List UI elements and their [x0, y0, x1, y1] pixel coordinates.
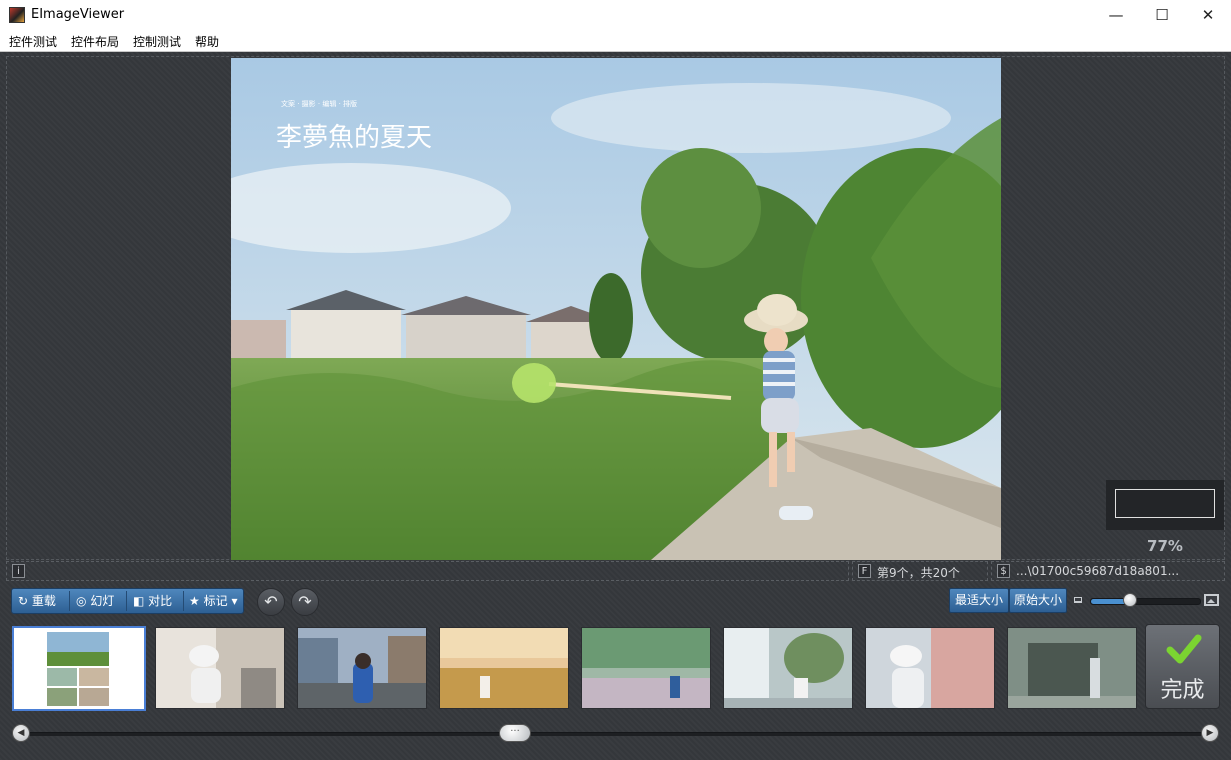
action-toolbar: ↻ 重载 ◎ 幻灯 ◧ 对比 ★ 标记 ▾	[11, 588, 244, 614]
status-info-cell: i	[6, 561, 849, 581]
menu-help[interactable]: 帮助	[195, 33, 219, 50]
status-bar: i F 第9个，共20个 $ ...\01700c59687d18a801...	[6, 561, 1225, 581]
reload-icon: ↻	[18, 594, 29, 608]
rotate-right-button[interactable]: ↷	[291, 588, 319, 616]
file-path-text: ...\01700c59687d18a801...	[1016, 564, 1180, 578]
image-position-text: 第9个，共20个	[877, 566, 960, 580]
thumbnail-item[interactable]	[155, 627, 285, 709]
window-title: EImageViewer	[31, 7, 125, 22]
path-icon: $	[997, 564, 1010, 578]
viewer-panel: 文案 · 摄影 · 编辑 · 排版 李夢魚的夏天 77% i F 第9个，共20…	[0, 52, 1231, 760]
thumbnail-item[interactable]	[723, 627, 853, 709]
thumbnail-item[interactable]	[581, 627, 711, 709]
chevron-right-icon: ▶	[1206, 728, 1214, 738]
toolbar-divider	[126, 591, 127, 611]
fit-size-button[interactable]: 最适大小	[949, 588, 1009, 613]
zoom-out-icon[interactable]	[1073, 595, 1083, 605]
rotate-left-button[interactable]: ↶	[257, 588, 285, 616]
slideshow-button[interactable]: ◎ 幻灯	[76, 589, 114, 613]
zoom-slider-handle[interactable]	[1123, 593, 1137, 607]
done-label: 完成	[1160, 678, 1205, 703]
scrollbar-track[interactable]	[24, 732, 1208, 736]
menu-control-layout[interactable]: 控件布局	[71, 33, 119, 50]
photo-caption-title: 李夢魚的夏天	[276, 123, 432, 153]
title-bar: EImageViewer — ☐ ✕	[0, 0, 1231, 31]
chevron-down-icon: ▾	[231, 594, 238, 608]
menu-control-test[interactable]: 控件测试	[9, 33, 57, 50]
chevron-left-icon: ◀	[17, 728, 25, 738]
zoom-percentage: 77%	[1147, 537, 1183, 555]
thumbnail-item[interactable]	[297, 627, 427, 709]
mark-button[interactable]: ★ 标记 ▾	[189, 589, 237, 613]
status-position-cell: F 第9个，共20个	[852, 561, 988, 581]
navigator-panel[interactable]	[1106, 480, 1224, 530]
done-button[interactable]: 完成	[1145, 624, 1220, 709]
menu-bar: 控件测试 控件布局 控制测试 帮助	[0, 31, 1231, 51]
rotate-left-icon: ↶	[264, 592, 278, 611]
zoom-in-icon[interactable]	[1203, 593, 1220, 607]
thumbnail-item[interactable]	[865, 627, 995, 709]
thumbnail-item[interactable]	[439, 627, 569, 709]
main-image[interactable]: 文案 · 摄影 · 编辑 · 排版 李夢魚的夏天	[231, 58, 1001, 560]
menu-control-debug[interactable]: 控制测试	[133, 33, 181, 50]
maximize-button[interactable]: ☐	[1139, 0, 1185, 31]
grip-icon: ···	[510, 726, 520, 737]
scrollbar-handle[interactable]: ···	[499, 724, 531, 742]
slideshow-label: 幻灯	[90, 594, 115, 608]
scroll-left-button[interactable]: ◀	[12, 724, 30, 742]
status-path-cell: $ ...\01700c59687d18a801...	[991, 561, 1225, 581]
slideshow-icon: ◎	[76, 594, 87, 608]
photo-caption-small: 文案 · 摄影 · 编辑 · 排版	[281, 99, 357, 108]
mark-label: 标记	[203, 594, 228, 608]
compare-label: 对比	[148, 594, 173, 608]
reload-button[interactable]: ↻ 重载	[18, 589, 56, 613]
minimize-button[interactable]: —	[1093, 0, 1139, 31]
star-icon: ★	[189, 594, 200, 608]
reload-label: 重载	[31, 594, 56, 608]
rotate-right-icon: ↷	[298, 592, 312, 611]
check-icon	[1166, 634, 1202, 664]
zoom-slider[interactable]	[1090, 598, 1201, 605]
app-logo-icon	[9, 7, 25, 23]
thumbnail-scrollbar[interactable]: ◀ ··· ▶	[12, 724, 1220, 742]
compare-icon: ◧	[133, 594, 145, 608]
toolbar-divider	[183, 591, 184, 611]
compare-button[interactable]: ◧ 对比	[133, 589, 172, 613]
toolbar-divider	[69, 591, 70, 611]
info-icon[interactable]: i	[12, 564, 25, 578]
scroll-right-button[interactable]: ▶	[1201, 724, 1219, 742]
original-size-button[interactable]: 原始大小	[1009, 588, 1067, 613]
close-button[interactable]: ✕	[1185, 0, 1231, 31]
thumbnail-strip	[12, 626, 1140, 712]
thumbnail-item[interactable]	[12, 626, 146, 711]
navigator-viewport[interactable]	[1115, 489, 1215, 518]
photo-drawing: 文案 · 摄影 · 编辑 · 排版 李夢魚的夏天	[231, 58, 1001, 560]
thumbnail-item[interactable]	[1007, 627, 1137, 709]
position-icon: F	[858, 564, 871, 578]
